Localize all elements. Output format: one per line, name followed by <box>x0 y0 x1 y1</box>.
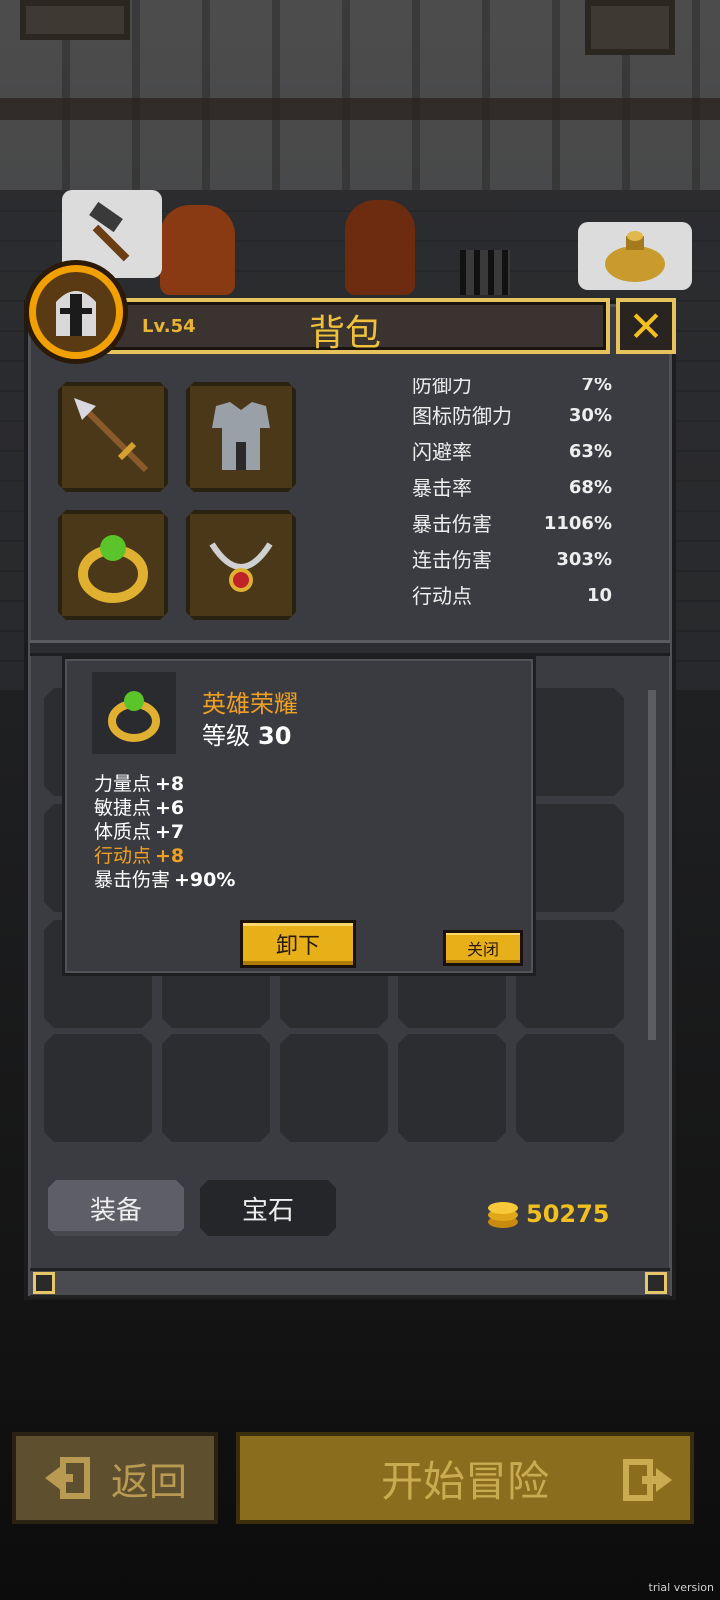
attribute-row: 暴击伤害 +90% <box>94 868 235 892</box>
gold-counter: 50275 <box>486 1198 610 1230</box>
tooltip-attributes: 力量点 +8 敏捷点 +6 体质点 +7 行动点 +8 暴击伤害 +90% <box>94 772 235 892</box>
stat-row: 图标防御力 30% <box>412 398 612 434</box>
character-stats: 防御力 7% 图标防御力 30% 闪避率 63% 暴击率 68% 暴击伤害 11… <box>412 378 612 614</box>
window <box>585 0 675 55</box>
stat-label: 防御力 <box>412 378 472 397</box>
back-label: 返回 <box>110 1459 187 1504</box>
stat-value: 30% <box>568 405 612 426</box>
attribute-value: +90% <box>174 869 236 891</box>
rivet-icon <box>33 1272 55 1294</box>
stat-value: 7% <box>581 378 612 395</box>
panel-divider <box>30 640 670 656</box>
stat-label: 图标防御力 <box>412 404 512 428</box>
sack-prop <box>160 205 235 295</box>
level-value: 30 <box>258 722 292 750</box>
shop-bubble[interactable] <box>578 222 692 290</box>
stat-label: 暴击率 <box>412 476 472 500</box>
knight-helmet-icon <box>36 272 116 352</box>
attribute-label: 敏捷点 <box>94 797 152 819</box>
attribute-value: +8 <box>155 773 185 795</box>
attribute-label: 力量点 <box>94 773 152 795</box>
stat-row: 防御力 7% <box>412 378 612 398</box>
inventory-cell[interactable] <box>162 1034 270 1142</box>
stat-row: 暴击伤害 1106% <box>412 506 612 542</box>
stat-row: 行动点 10 <box>412 578 612 614</box>
roof-beam <box>0 98 720 120</box>
attribute-label: 行动点 <box>94 845 152 867</box>
attribute-value: +8 <box>155 845 185 867</box>
spear-icon <box>68 392 158 482</box>
tab-equipment[interactable]: 装备 <box>48 1180 184 1236</box>
stat-row: 连击伤害 303% <box>412 542 612 578</box>
gold-amount: 50275 <box>526 1200 610 1228</box>
player-avatar[interactable] <box>24 260 128 364</box>
window-grate <box>460 250 510 295</box>
start-adventure-button[interactable]: 开始冒险 <box>236 1432 694 1524</box>
panel-bottom-bar <box>30 1268 670 1298</box>
tooltip-item-icon <box>92 672 176 754</box>
stat-value: 1106% <box>543 513 612 534</box>
tooltip-item-level: 等级 30 <box>202 716 291 751</box>
hammer-icon <box>89 201 130 262</box>
attribute-label: 暴击伤害 <box>94 869 171 891</box>
inventory-cell[interactable] <box>398 1034 506 1142</box>
stat-value: 303% <box>556 549 612 570</box>
stat-label: 行动点 <box>412 584 472 608</box>
attribute-row: 力量点 +8 <box>94 772 235 796</box>
inventory-cell[interactable] <box>44 1034 152 1142</box>
attribute-value: +6 <box>155 797 185 819</box>
stat-label: 闪避率 <box>412 440 472 464</box>
necklace-icon <box>196 520 286 610</box>
level-label: 等级 <box>202 722 250 750</box>
armor-icon <box>196 392 286 482</box>
stat-row: 闪避率 63% <box>412 434 612 470</box>
money-bag-icon <box>605 231 665 282</box>
equip-slot-weapon[interactable] <box>58 382 168 492</box>
player-level: Lv.54 <box>142 316 196 337</box>
inventory-scrollbar[interactable] <box>648 690 656 1040</box>
stat-row: 暴击率 68% <box>412 470 612 506</box>
start-label: 开始冒险 <box>380 1456 549 1506</box>
panel-title: 背包 <box>308 313 381 354</box>
attribute-label: 体质点 <box>94 821 152 843</box>
ring-icon <box>68 520 158 610</box>
attribute-row-highlight: 行动点 +8 <box>94 844 235 868</box>
equip-slot-armor[interactable] <box>186 382 296 492</box>
back-button[interactable]: 返回 <box>12 1432 218 1524</box>
stat-value: 63% <box>568 441 612 462</box>
inventory-cell[interactable] <box>280 1034 388 1142</box>
ring-icon <box>108 691 160 742</box>
hooded-figure-prop <box>345 200 415 295</box>
attribute-value: +7 <box>155 821 185 843</box>
unequip-button[interactable]: 卸下 <box>240 920 356 968</box>
attribute-row: 体质点 +7 <box>94 820 235 844</box>
exit-arrow-icon <box>44 1457 90 1499</box>
enter-arrow-icon <box>623 1459 672 1501</box>
tooltip-close-button[interactable]: 关闭 <box>443 930 523 966</box>
attribute-row: 敏捷点 +6 <box>94 796 235 820</box>
tab-gems[interactable]: 宝石 <box>200 1180 336 1236</box>
window <box>20 0 130 40</box>
rivet-icon <box>645 1272 667 1294</box>
equip-slot-necklace[interactable] <box>186 510 296 620</box>
close-panel-button[interactable]: ✕ <box>616 298 676 354</box>
inventory-cell[interactable] <box>516 1034 624 1142</box>
stat-value: 68% <box>568 477 612 498</box>
stat-value: 10 <box>586 585 612 606</box>
stat-label: 连击伤害 <box>412 548 492 572</box>
trial-watermark: trial version <box>648 1581 714 1594</box>
tooltip-item-name: 英雄荣耀 <box>202 690 298 718</box>
gold-coin-icon <box>488 1202 518 1228</box>
stat-label: 暴击伤害 <box>412 512 492 536</box>
close-x-icon: ✕ <box>628 301 664 351</box>
equip-slot-ring[interactable] <box>58 510 168 620</box>
